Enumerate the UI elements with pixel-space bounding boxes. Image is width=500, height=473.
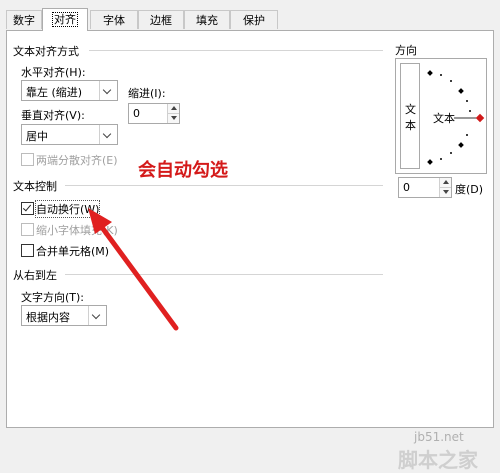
- tab-protection[interactable]: 保护: [230, 10, 278, 29]
- vertical-align-label: 垂直对齐(V):: [21, 109, 85, 122]
- text-direction-value: 根据内容: [26, 311, 70, 324]
- chevron-down-icon[interactable]: [88, 306, 106, 325]
- dial-dot: [450, 152, 452, 154]
- tab-number[interactable]: 数字: [6, 10, 42, 29]
- vertical-text-button[interactable]: 文 本: [400, 63, 420, 169]
- text-direction-label: 文字方向(T):: [21, 291, 85, 304]
- indent-stepper[interactable]: 0: [128, 103, 180, 124]
- orientation-box: 文 本 文本: [395, 58, 487, 174]
- arrow-up-icon[interactable]: [168, 104, 179, 114]
- indent-value: 0: [133, 107, 140, 120]
- dial-handle[interactable]: [475, 113, 485, 123]
- wrap-text-checkbox[interactable]: [21, 202, 34, 215]
- dial-marker: [427, 159, 433, 165]
- tab-border[interactable]: 边框: [138, 10, 184, 29]
- degrees-stepper[interactable]: 0: [398, 177, 452, 198]
- group-divider: [89, 50, 383, 51]
- dial-dot: [469, 110, 471, 112]
- tab-alignment[interactable]: 对齐: [42, 8, 88, 31]
- group-divider: [65, 274, 383, 275]
- format-cells-alignment-panel: 文本对齐方式 水平对齐(H): 靠左 (缩进) 缩进(I): 0 垂直对齐(V)…: [6, 30, 494, 428]
- shrink-to-fit-label: 缩小字体填充(K): [36, 224, 118, 237]
- stepper-arrows: [439, 178, 451, 197]
- arrow-up-icon[interactable]: [440, 178, 451, 188]
- tab-fill[interactable]: 填充: [184, 10, 230, 29]
- dial-dot: [440, 158, 442, 160]
- horizontal-align-value: 靠左 (缩进): [26, 86, 83, 99]
- dial-dot: [440, 74, 442, 76]
- watermark-site: jb51.net: [414, 430, 464, 444]
- distributed-checkbox[interactable]: [21, 153, 34, 166]
- dial-text: 文本: [433, 112, 455, 125]
- dial-dot: [466, 100, 468, 102]
- dial-marker: [458, 142, 464, 148]
- horizontal-align-select[interactable]: 靠左 (缩进): [21, 80, 118, 101]
- group-divider: [65, 185, 383, 186]
- stepper-arrows: [167, 104, 179, 123]
- dial-dot: [450, 80, 452, 82]
- arrow-down-icon[interactable]: [168, 114, 179, 123]
- vertical-text-char: 本: [405, 119, 416, 132]
- vertical-text-char: 文: [405, 103, 416, 116]
- arrow-down-icon[interactable]: [440, 188, 451, 197]
- rtl-group-title: 从右到左: [13, 269, 57, 282]
- degrees-value: 0: [403, 181, 410, 194]
- text-control-group-title: 文本控制: [13, 180, 57, 193]
- chevron-down-icon[interactable]: [99, 81, 117, 100]
- dial-marker: [427, 70, 433, 76]
- tab-font[interactable]: 字体: [90, 10, 138, 29]
- vertical-align-select[interactable]: 居中: [21, 124, 118, 145]
- orientation-title: 方向: [395, 44, 417, 57]
- merge-cells-label[interactable]: 合并单元格(M): [36, 243, 109, 259]
- distributed-label: 两端分散对齐(E): [36, 154, 118, 167]
- horizontal-align-label: 水平对齐(H):: [21, 66, 86, 79]
- shrink-to-fit-checkbox[interactable]: [21, 223, 34, 236]
- vertical-align-value: 居中: [26, 130, 48, 143]
- degrees-label: 度(D): [455, 183, 484, 196]
- chevron-down-icon[interactable]: [99, 125, 117, 144]
- annotation-text: 会自动勾选: [138, 160, 228, 181]
- text-direction-select[interactable]: 根据内容: [21, 305, 107, 326]
- dial-dot: [466, 134, 468, 136]
- text-alignment-group-title: 文本对齐方式: [13, 45, 79, 58]
- dial-marker: [458, 88, 464, 94]
- indent-label: 缩进(I):: [128, 87, 166, 100]
- merge-cells-checkbox[interactable]: [21, 244, 34, 257]
- wrap-text-label[interactable]: 自动换行(W): [34, 200, 101, 218]
